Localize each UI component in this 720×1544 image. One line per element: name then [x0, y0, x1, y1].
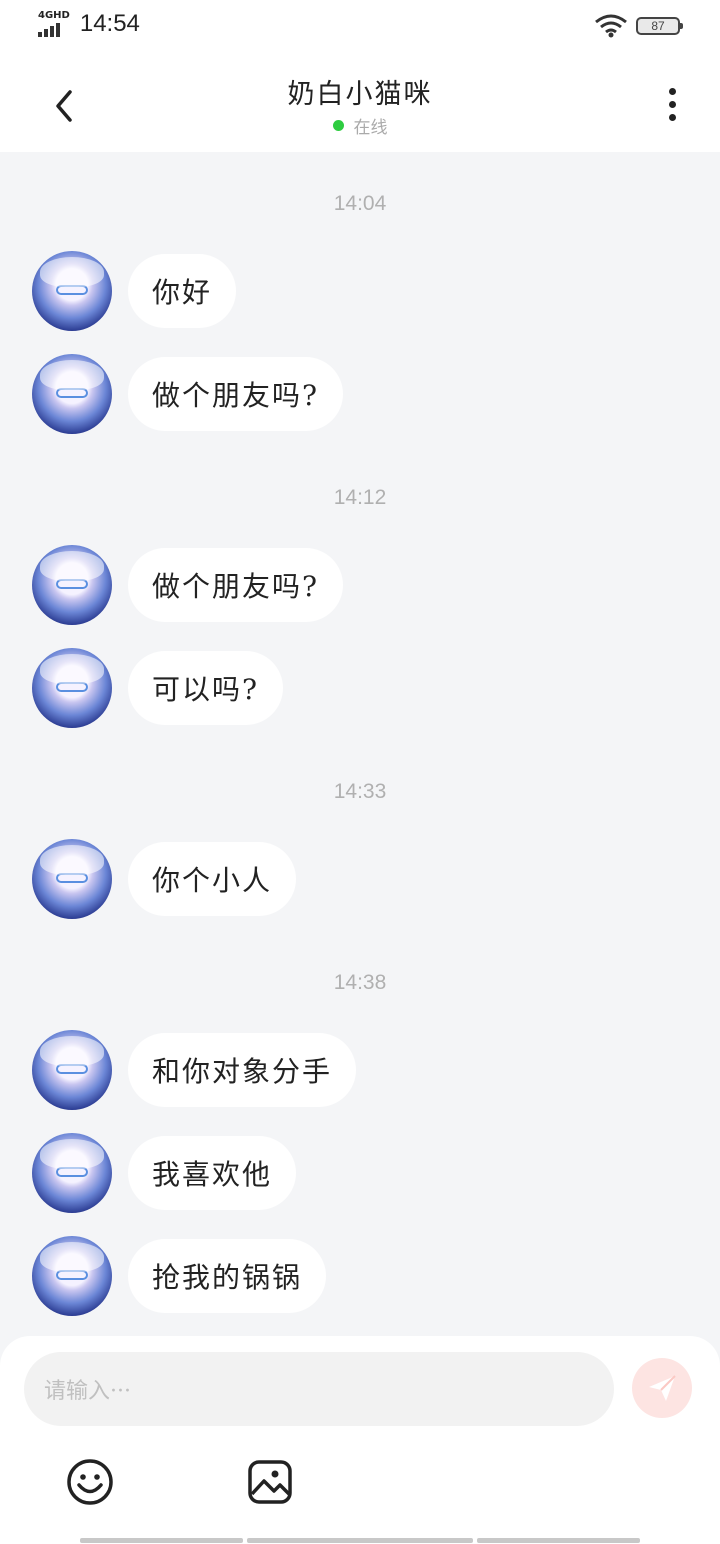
input-placeholder: 请输入···: [44, 1379, 131, 1404]
online-status: 在线: [0, 113, 720, 138]
message-bubble[interactable]: 你个小人: [128, 842, 297, 916]
message-row: 做个朋友吗?: [32, 354, 344, 434]
message-bubble[interactable]: 做个朋友吗?: [128, 357, 344, 431]
message-row: 做个朋友吗?: [32, 545, 344, 625]
message-row: 你好: [32, 251, 237, 331]
message-bubble[interactable]: 抢我的锅锅: [128, 1239, 327, 1313]
chat-header: 奶白小猫咪 在线: [0, 52, 720, 152]
message-row: 和你对象分手: [32, 1030, 357, 1110]
page-title: 奶白小猫咪: [287, 79, 433, 110]
battery-icon: 87: [636, 17, 683, 35]
message-timestamp: 14:33: [333, 780, 387, 803]
avatar[interactable]: [32, 251, 112, 331]
message-row: 你个小人: [32, 839, 297, 919]
message-row: 可以吗?: [32, 648, 284, 728]
more-vertical-icon[interactable]: [652, 84, 692, 124]
avatar[interactable]: [32, 839, 112, 919]
status-bar: 4GHD 14:54 87: [0, 0, 720, 52]
status-left: 4GHD 14:54: [38, 10, 140, 38]
status-time: 14:54: [79, 10, 140, 37]
message-row: 抢我的锅锅: [32, 1236, 327, 1316]
avatar[interactable]: [32, 1236, 112, 1316]
gesture-bar: [80, 1538, 640, 1543]
wifi-icon: [595, 14, 627, 38]
signal-icon: 4GHD: [38, 11, 70, 37]
send-icon: [649, 1375, 676, 1401]
send-button[interactable]: [632, 1358, 692, 1418]
online-dot-icon: [332, 120, 344, 131]
battery-level: 87: [651, 19, 665, 33]
avatar[interactable]: [32, 545, 112, 625]
status-right: 87: [594, 14, 683, 38]
avatar[interactable]: [32, 354, 112, 434]
message-timestamp: 14:38: [333, 971, 387, 994]
message-bubble[interactable]: 和你对象分手: [128, 1033, 357, 1107]
message-bubble[interactable]: 做个朋友吗?: [128, 548, 344, 622]
online-status-text: 在线: [353, 118, 388, 138]
network-type: 4GHD: [38, 10, 70, 21]
avatar[interactable]: [32, 1030, 112, 1110]
message-input[interactable]: 请输入···: [24, 1352, 614, 1426]
message-timestamp: 14:04: [333, 192, 387, 215]
composer: 请输入···: [0, 1336, 720, 1544]
message-bubble[interactable]: 你好: [128, 254, 237, 328]
emoji-icon[interactable]: [62, 1454, 118, 1510]
image-icon[interactable]: [242, 1454, 298, 1510]
message-timestamp: 14:12: [333, 486, 387, 509]
title-block: 奶白小猫咪 在线: [0, 72, 720, 138]
message-bubble[interactable]: 可以吗?: [128, 651, 284, 725]
message-row: 我喜欢他: [32, 1133, 297, 1213]
avatar[interactable]: [32, 1133, 112, 1213]
avatar[interactable]: [32, 648, 112, 728]
message-bubble[interactable]: 我喜欢他: [128, 1136, 297, 1210]
